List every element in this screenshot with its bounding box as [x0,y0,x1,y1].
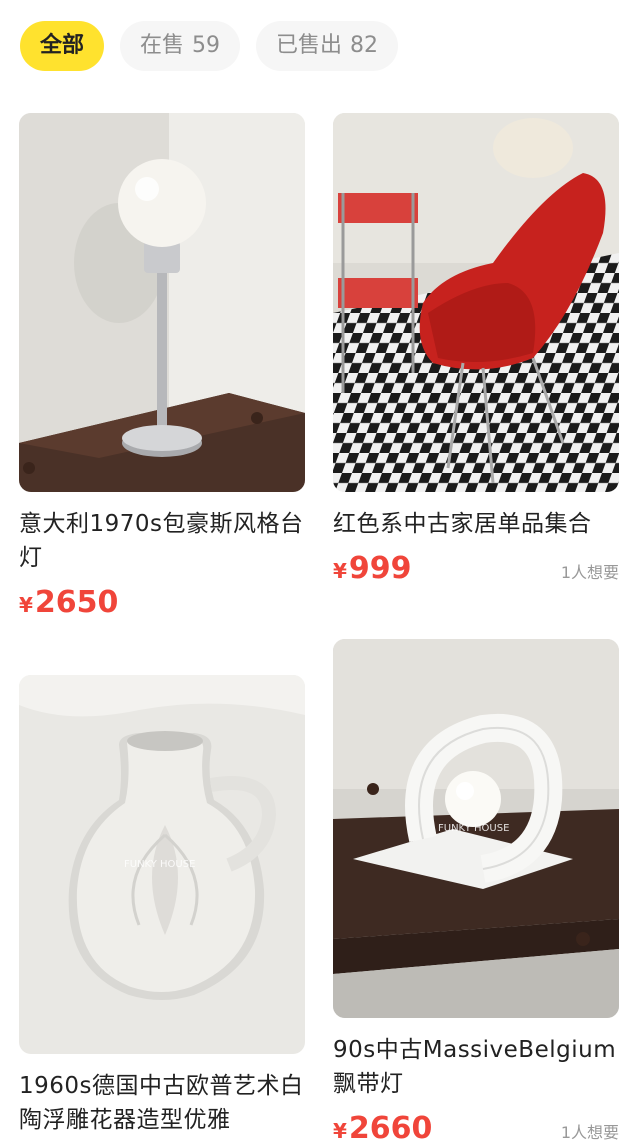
product-price: ¥2650 [19,585,118,620]
tab-sold-count: 82 [350,33,379,58]
tab-sold-label: 已售出 [276,33,343,58]
product-price: ¥2660 [333,1111,432,1146]
tab-on-sale-count: 59 [192,33,221,58]
product-title: 红色系中古家居单品集合 [333,511,592,537]
currency-symbol: ¥ [333,559,347,583]
product-column-left: 意大利1970s包豪斯风格台灯 ¥2650 FUNKY HOUSE 1960s德… [19,113,305,1137]
watermark-text: FUNKY HOUSE [124,859,195,870]
wants-count: 1人想要 [560,1123,619,1142]
product-image-red-chair[interactable] [333,113,619,492]
watermark-text: FUNKY HOUSE [438,823,509,834]
tab-all[interactable]: 全部 [20,21,105,71]
tab-all-label: 全部 [40,33,85,58]
price-row: ¥2650 [19,585,305,620]
price-row: ¥2660 1人想要 [333,1111,619,1146]
product-card[interactable]: 意大利1970s包豪斯风格台灯 ¥2650 [19,113,305,675]
wants-count: 1人想要 [560,563,619,582]
filter-tabs: 全部 在售 59 已售出 82 [20,21,399,71]
product-image-ribbon-lamp[interactable]: FUNKY HOUSE [333,639,619,1018]
product-card[interactable]: 红色系中古家居单品集合 ¥999 1人想要 [333,113,619,639]
product-image-lamp[interactable] [19,113,305,492]
price-value: 999 [348,551,412,586]
product-card[interactable]: FUNKY HOUSE 90s中古MassiveBelgium飘带灯 ¥2660… [333,639,619,1146]
currency-symbol: ¥ [333,1119,347,1143]
price-value: 2650 [34,585,119,620]
tab-on-sale[interactable]: 在售 59 [120,21,241,71]
tab-sold[interactable]: 已售出 82 [256,21,399,71]
product-price: ¥999 [333,551,412,586]
product-image-vase[interactable]: FUNKY HOUSE [19,675,305,1054]
product-card[interactable]: FUNKY HOUSE 1960s德国中古欧普艺术白陶浮雕花器造型优雅 [19,675,305,1137]
product-column-right: 红色系中古家居单品集合 ¥999 1人想要 FUNKY HOUSE 90s中古M… [333,113,619,1146]
product-title: 1960s德国中古欧普艺术白陶浮雕花器造型优雅 [19,1073,304,1133]
currency-symbol: ¥ [19,593,33,617]
tab-on-sale-label: 在售 [140,33,185,58]
price-value: 2660 [348,1111,433,1146]
product-title: 90s中古MassiveBelgium飘带灯 [333,1037,617,1097]
product-title: 意大利1970s包豪斯风格台灯 [19,511,304,571]
price-row: ¥999 1人想要 [333,551,619,586]
